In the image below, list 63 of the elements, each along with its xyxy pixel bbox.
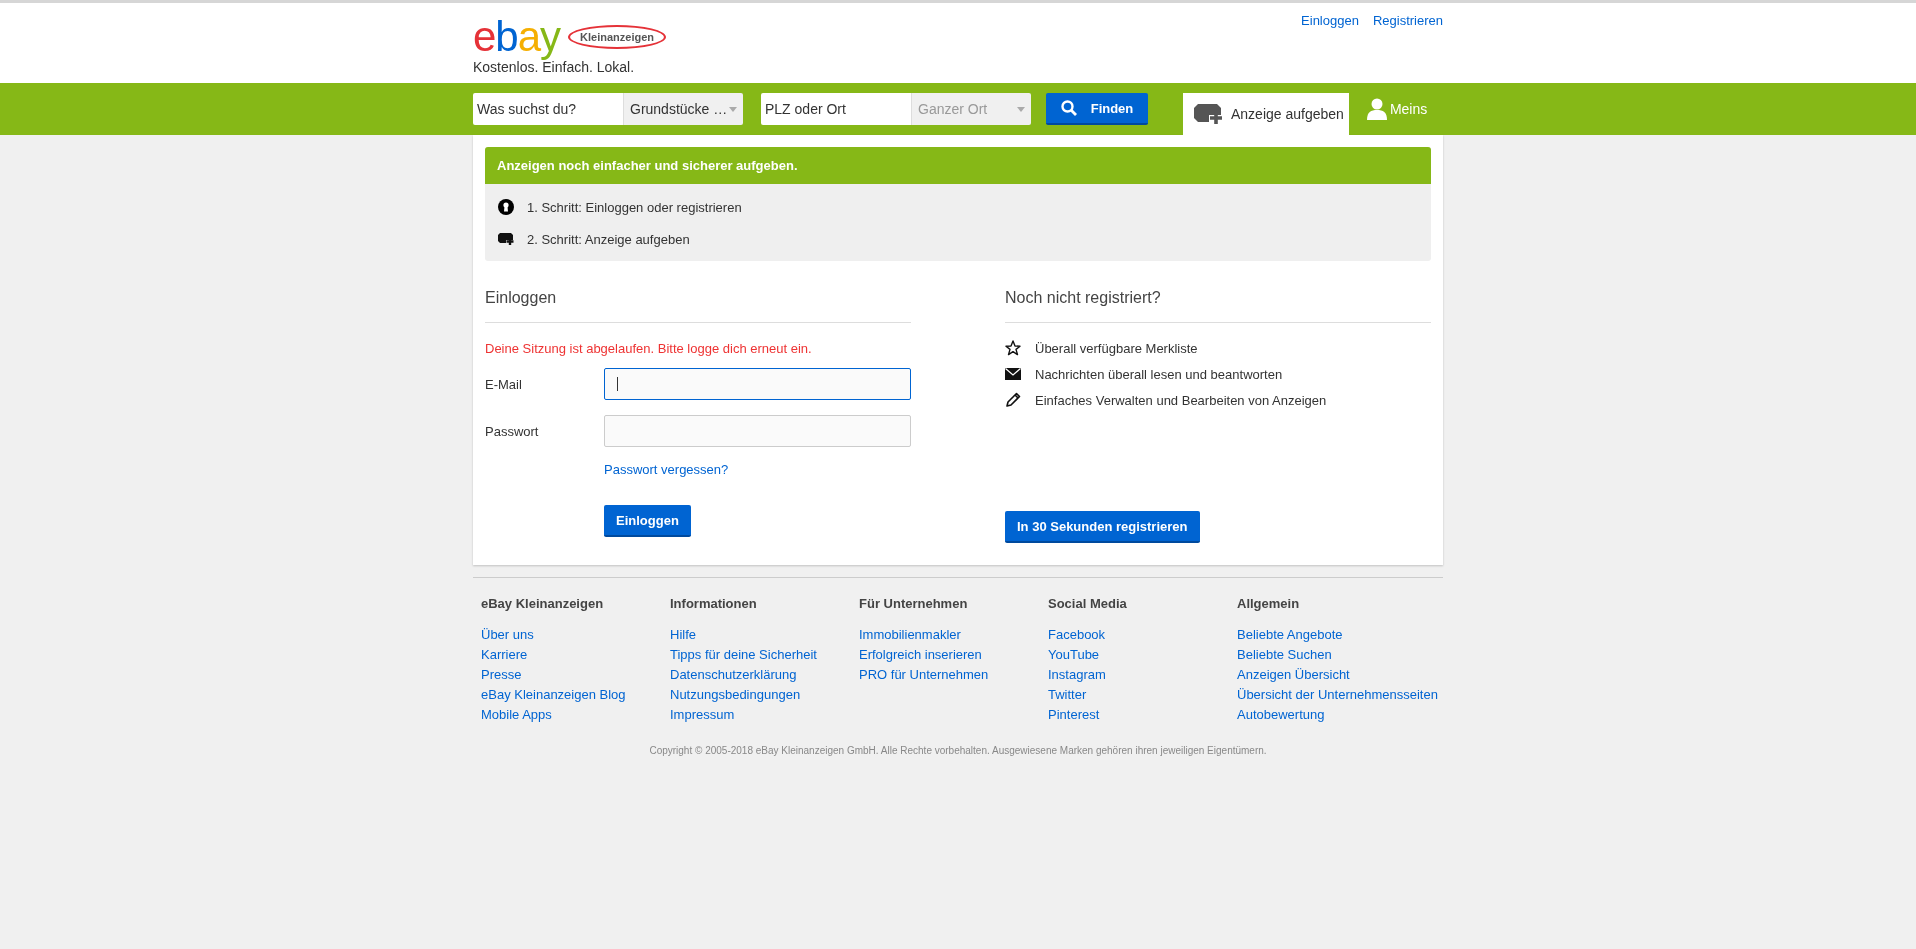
footer-link[interactable]: YouTube [1048,645,1100,665]
tagline: Kostenlos. Einfach. Lokal. [473,59,636,75]
footer-link[interactable]: Nutzungsbedingungen [670,685,801,705]
tag-plus-icon [497,232,515,246]
footer-link[interactable]: Hilfe [670,625,696,645]
footer-heading: eBay Kleinanzeigen [481,596,605,611]
benefit-text: Nachrichten überall lesen und beantworten [1035,366,1283,382]
footer-link[interactable]: Presse [481,665,522,685]
footer-link[interactable]: Instagram [1048,665,1106,685]
footer-link[interactable]: Facebook [1048,625,1106,645]
benefit-text: Einfaches Verwalten und Bearbeiten von Anzeigen [1035,392,1327,408]
footer-link[interactable]: Mobile Apps [481,705,552,725]
footer-link[interactable]: Erfolgreich inserieren [859,645,982,665]
dropdown[interactable]: Grundstücke … [623,93,743,125]
footer-link[interactable]: Pinterest [1048,705,1100,725]
footer-link[interactable]: PRO für Unternehmen [859,665,989,685]
step-text: 2. Schritt: Anzeige aufgeben [527,231,690,247]
keyhole-icon [497,199,515,215]
search-field[interactable]: Was suchst du? [473,93,623,125]
footer-link[interactable]: eBay Kleinanzeigen Blog [481,685,626,705]
footer-link[interactable]: Karriere [481,645,528,665]
benefit-text: Überall verfügbare Merkliste [1035,340,1198,356]
footer-heading: Informationen [670,596,758,611]
header-link[interactable]: Registrieren [1372,13,1443,75]
section-heading: Einloggen [485,289,558,308]
field-label: E-Mail [485,376,523,392]
search-button[interactable]: Finden [1046,93,1148,125]
error-message: Deine Sitzung ist abgelaufen. Bitte logge dich erneut ein. [485,341,813,356]
footer-link[interactable]: Übersicht der Unternehmensseiten [1237,685,1438,705]
pencil-icon [1005,392,1021,408]
footer-link[interactable]: Beliebte Angebote [1237,625,1343,645]
footer-link[interactable]: Immobilienmakler [859,625,961,645]
location-field[interactable]: PLZ oder Ort [761,93,911,125]
footer-link[interactable]: Twitter [1048,685,1087,705]
search-icon [1060,100,1077,116]
text-cursor [617,377,618,391]
footer-link[interactable]: Tipps für deine Sicherheit [670,645,817,665]
register-button[interactable]: In 30 Sekunden registrieren [1005,511,1200,543]
footer-heading: Social Media [1048,596,1128,611]
caret-icon [729,106,737,112]
user-icon [1366,98,1387,120]
panel-title: Anzeigen noch einfacher und sicherer aufgeben. [485,147,1431,184]
footer-link[interactable]: Impressum [670,705,735,725]
footer-link[interactable]: Datenschutzerklärung [670,665,797,685]
footer-heading: Für Unternehmen [859,596,969,611]
footer-link[interactable]: Beliebte Suchen [1237,645,1332,665]
forgot-password-link[interactable]: Passwort vergessen? [604,462,729,477]
header-link[interactable]: Einloggen [1301,13,1359,75]
field-label: Passwort [485,423,540,439]
input-field[interactable] [604,368,911,400]
footer-link[interactable]: Über uns [481,625,534,645]
section-heading: Noch nicht registriert? [1005,289,1162,308]
tag-plus-icon [1193,103,1223,125]
post-ad-tab[interactable]: Anzeige aufgeben [1183,93,1349,135]
star-icon [1005,340,1021,356]
footer-link[interactable]: Autobewertung [1237,705,1325,725]
caret-icon [1017,106,1025,112]
step-text: 1. Schritt: Einloggen oder registrieren [527,199,742,215]
copyright: Copyright © 2005-2018 eBay Kleinanzeigen GmbH. Alle Rechte vorbehalten. Ausgewiesene Marken gehören ihren jeweiligen Eigentümern. [648,745,1268,756]
envelope-icon [1005,368,1021,380]
login-button[interactable]: Einloggen [604,505,691,537]
footer-link[interactable]: Anzeigen Übersicht [1237,665,1350,685]
footer-heading: Allgemein [1237,596,1301,611]
